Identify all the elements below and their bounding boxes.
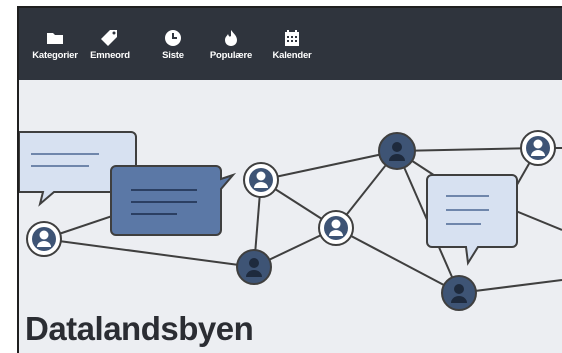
nav-item-label: Emneord xyxy=(90,50,130,61)
user-node xyxy=(243,162,279,198)
nav-item-label: Kategorier xyxy=(32,50,78,61)
nav-item-label: Populære xyxy=(209,50,253,61)
nav-item-kategorier[interactable]: Kategorier xyxy=(27,28,83,61)
nav-item-kalender[interactable]: Kalender xyxy=(265,28,319,61)
calendar-icon xyxy=(285,30,299,46)
user-node xyxy=(378,132,416,170)
user-node xyxy=(520,130,556,166)
tag-icon xyxy=(101,30,117,46)
nav-item-label: Kalender xyxy=(272,50,312,61)
folder-icon xyxy=(47,33,63,44)
nav-item-siste[interactable]: Siste xyxy=(153,28,193,61)
nav-item-label: Siste xyxy=(162,50,184,61)
top-navbar: Kategorier Emneord Siste Populære Kalend… xyxy=(19,8,562,80)
user-node xyxy=(236,249,272,285)
user-node xyxy=(441,275,477,311)
clock-icon xyxy=(165,30,181,46)
page-title: Datalandsbyen xyxy=(25,310,254,347)
nav-item-populaere[interactable]: Populære xyxy=(205,28,257,61)
user-node xyxy=(26,221,62,257)
browser-viewport: Kategorier Emneord Siste Populære Kalend… xyxy=(17,6,562,353)
fire-icon xyxy=(225,30,237,46)
user-node xyxy=(318,210,354,246)
speech-bubble-dark xyxy=(110,165,237,236)
nav-item-emneord[interactable]: Emneord xyxy=(85,28,135,61)
